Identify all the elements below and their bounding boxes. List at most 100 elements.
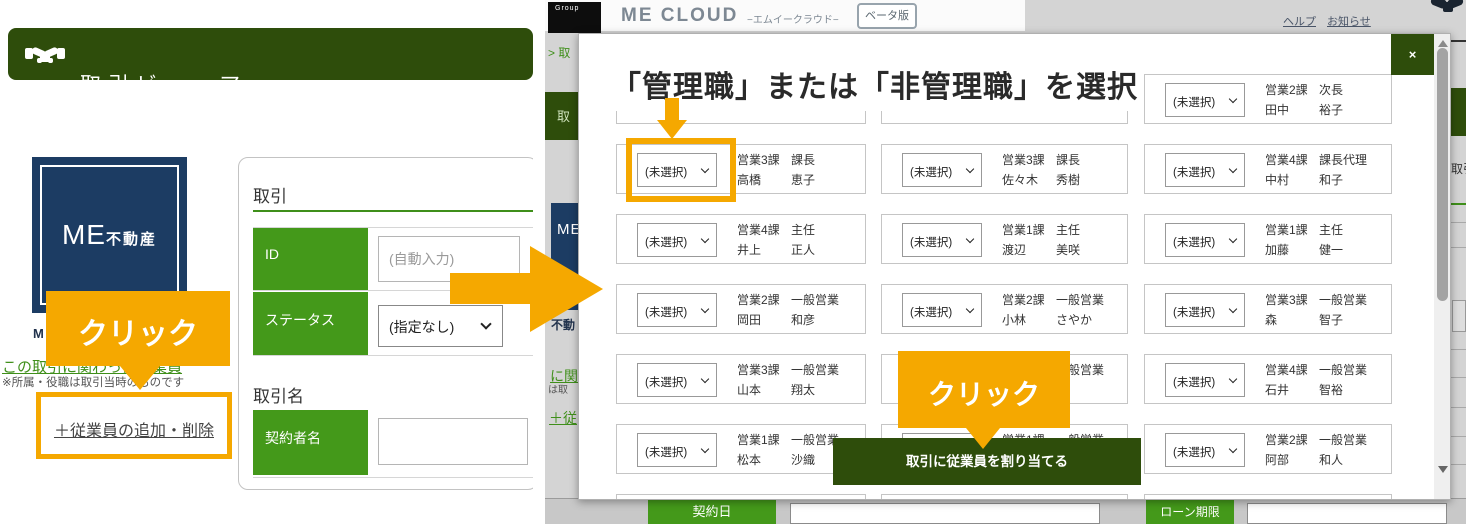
role-select-value: (未選択) [1173,444,1215,460]
bg-box-fragment [1452,300,1466,332]
news-link[interactable]: お知らせ [1327,13,1371,29]
select-highlight-box [626,138,736,202]
employee-row: (未選択)営業4課主任井上正人 [616,214,866,264]
employee-department: 営業4課 [1265,361,1308,378]
role-select-value: (未選択) [910,234,952,250]
form-section-title: 取引 [253,182,287,207]
role-select[interactable]: (未選択) [1165,83,1245,117]
employee-last-name: 石井 [1265,381,1289,398]
chevron-down-icon [966,165,974,173]
role-select[interactable]: (未選択) [902,153,982,187]
employee-position: 一般営業 [791,431,839,448]
role-select[interactable]: (未選択) [902,293,982,327]
chevron-down-icon [701,445,709,453]
role-select[interactable]: (未選択) [1165,293,1245,327]
company-logo: ME不動産 [32,157,187,313]
role-select-value: (未選択) [1173,374,1215,390]
scroll-down-icon[interactable] [1438,466,1448,473]
callout-pointer [120,366,160,390]
employee-department: 営業2課 [1265,81,1308,98]
employee-first-name: 沙織 [791,451,815,468]
help-link[interactable]: ヘルプ [1283,13,1316,29]
scroll-up-icon[interactable] [1438,40,1448,47]
employee-position: 課長 [791,151,815,168]
employee-row: (未選択)営業1課主任加藤健一 [1144,214,1392,264]
modal-close-button[interactable]: × [1391,34,1434,75]
employee-last-name: 小林 [1002,311,1026,328]
bg-line [1450,436,1466,437]
contract-date-input[interactable] [790,503,1100,524]
role-select[interactable]: (未選択) [1165,433,1245,467]
role-select[interactable]: (未選択) [902,223,982,257]
bg-line [1450,40,1466,42]
employee-department: 営業4課 [1265,151,1308,168]
employee-position: 課長 [1056,151,1080,168]
chevron-down-icon [701,305,709,313]
employee-department: 営業2課 [1002,291,1045,308]
role-select[interactable]: (未選択) [637,363,717,397]
callout-pointer [966,428,1000,449]
bg-line [1450,407,1466,408]
employee-last-name: 阿部 [1265,451,1289,468]
employee-first-name: さやか [1056,311,1092,328]
loan-term-label: ローン期限 [1146,500,1234,524]
bg-header-bar-fragment: 取 [545,92,578,140]
chevron-down-icon [1229,375,1237,383]
role-select-value: (未選択) [645,444,687,460]
role-select[interactable]: (未選択) [637,223,717,257]
contractor-input[interactable] [378,418,528,465]
employee-last-name: 加藤 [1265,241,1289,258]
employee-position: 一般営業 [1056,291,1104,308]
role-select-value: (未選択) [645,304,687,320]
employee-department: 営業2課 [1265,431,1308,448]
chevron-down-icon [1229,95,1237,103]
beta-badge: ベータ版 [857,3,917,29]
modal-scrollbar[interactable] [1434,34,1451,500]
employee-first-name: 翔太 [791,381,815,398]
logo-me-text: ME [62,219,106,250]
employee-department: 営業1課 [737,431,780,448]
employee-first-name: 智子 [1319,311,1343,328]
bg-right-header-fragment [1450,88,1466,136]
employee-first-name: 恵子 [791,171,815,188]
employee-first-name: 秀樹 [1056,171,1080,188]
role-select[interactable]: (未選択) [1165,363,1245,397]
employee-position: 一般営業 [791,361,839,378]
employee-row [616,494,866,500]
bg-line [1450,349,1466,350]
employee-position: 一般営業 [1319,291,1367,308]
role-select-value: (未選択) [910,164,952,180]
employee-row [1144,494,1392,500]
loan-term-input[interactable] [1247,503,1447,524]
handshake-icon [24,40,66,68]
employee-department: 営業3課 [1002,151,1045,168]
assign-button-label: 取引に従業員を割り当てる [906,454,1068,469]
id-label: ID [265,246,279,262]
role-select-value: (未選択) [1173,94,1215,110]
employee-first-name: 裕子 [1319,101,1343,118]
employee-first-name: 和彦 [791,311,815,328]
employee-position: 課長代理 [1319,151,1367,168]
employee-position: 次長 [1319,81,1343,98]
role-select[interactable]: (未選択) [637,293,717,327]
role-select[interactable]: (未選択) [1165,153,1245,187]
employee-first-name: 美咲 [1056,241,1080,258]
bg-line [1450,377,1466,378]
down-arrow-annotation [655,98,689,140]
chevron-down-icon [1229,445,1237,453]
page-header-bar: 取引ビューアー [8,28,533,80]
employee-department: 営業3課 [1265,291,1308,308]
employee-department: 営業1課 [1265,221,1308,238]
role-select[interactable]: (未選択) [637,433,717,467]
employee-first-name: 和人 [1319,451,1343,468]
employee-position: 主任 [791,221,815,238]
employee-row: (未選択)営業1課一般営業松本沙織 [616,424,866,474]
role-select[interactable]: (未選択) [1165,223,1245,257]
employee-last-name: 渡辺 [1002,241,1026,258]
role-select-value: (未選択) [1173,304,1215,320]
contractor-label: 契約者名 [265,428,321,448]
id-label-cell: ID [253,228,368,290]
employee-position: 一般営業 [791,291,839,308]
add-remove-employees-link[interactable]: ＋従業員の追加・削除 [41,417,227,441]
scrollbar-thumb[interactable] [1437,48,1448,301]
